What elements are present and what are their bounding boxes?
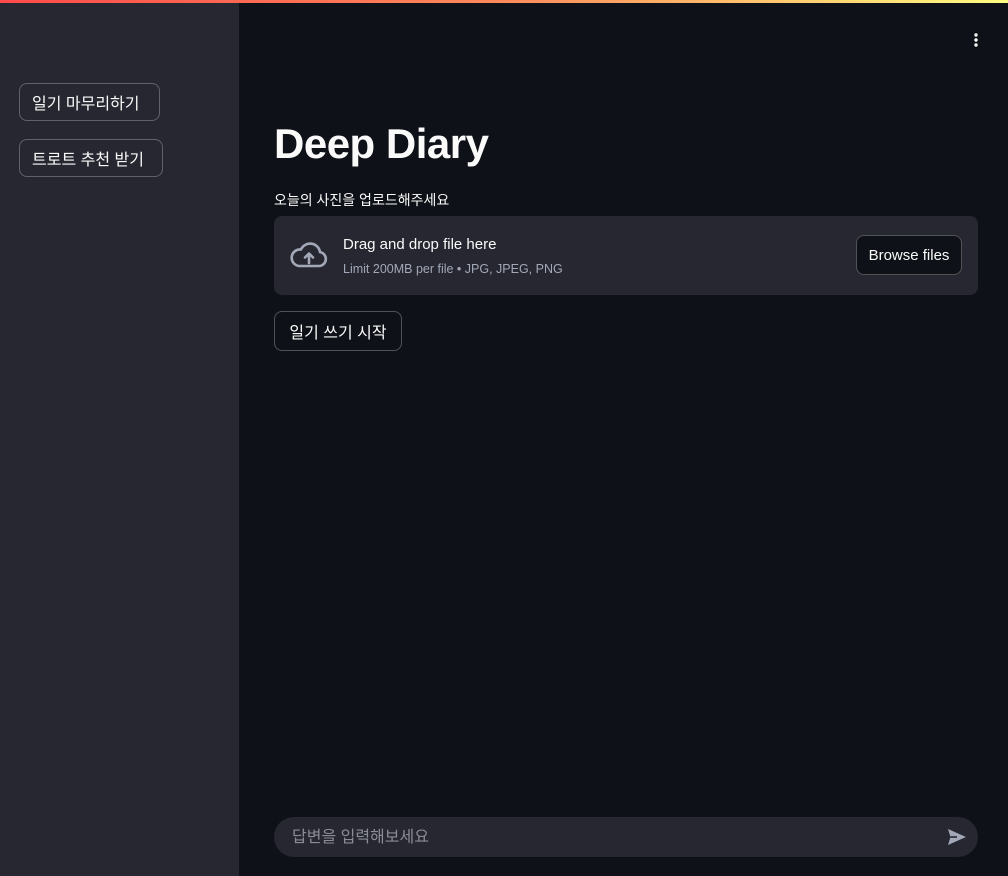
- file-dropzone[interactable]: Drag and drop file here Limit 200MB per …: [274, 216, 978, 295]
- dropzone-limit-text: Limit 200MB per file • JPG, JPEG, PNG: [343, 262, 563, 276]
- vertical-ellipsis-icon: [974, 33, 978, 47]
- dropzone-title: Drag and drop file here: [343, 236, 497, 253]
- main-menu-button[interactable]: [966, 30, 986, 50]
- browse-files-button[interactable]: Browse files: [856, 235, 962, 275]
- upload-label: 오늘의 사진을 업로드해주세요: [274, 192, 450, 208]
- trot-recommend-button[interactable]: 트로트 추천 받기: [19, 139, 163, 177]
- send-icon: [948, 829, 966, 845]
- send-button[interactable]: [946, 827, 968, 847]
- finish-diary-button[interactable]: 일기 마무리하기: [19, 83, 160, 121]
- sidebar: 일기 마무리하기 트로트 추천 받기: [0, 0, 239, 876]
- chat-input-bar: [274, 817, 978, 859]
- page-title: Deep Diary: [274, 120, 489, 167]
- start-diary-button[interactable]: 일기 쓰기 시작: [274, 311, 402, 351]
- cloud-upload-icon: [290, 242, 328, 268]
- main-content: Deep Diary 오늘의 사진을 업로드해주세요 Drag and drop…: [239, 0, 1008, 876]
- chat-input[interactable]: [290, 817, 934, 859]
- top-accent-bar: [0, 0, 1008, 3]
